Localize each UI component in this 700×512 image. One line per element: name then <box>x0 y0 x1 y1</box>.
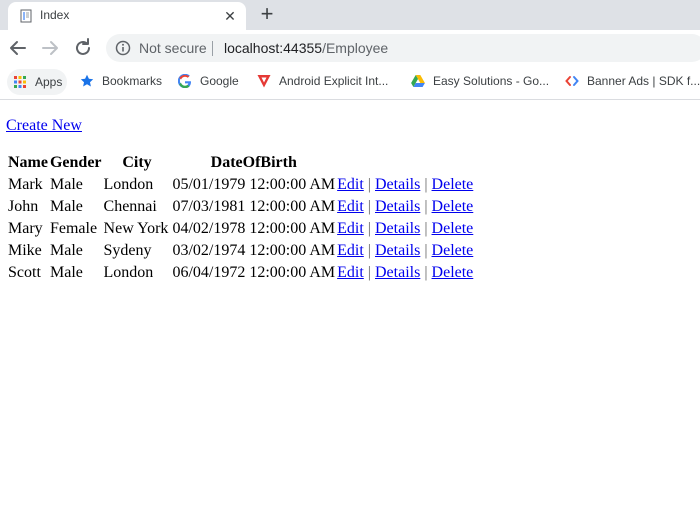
bookmark-label: Apps <box>35 75 63 89</box>
cell-name: Scott <box>8 264 41 281</box>
admob-icon <box>565 76 579 86</box>
details-link[interactable]: Details <box>375 198 420 215</box>
android-v-icon <box>257 75 271 88</box>
bookmark-label: Easy Solutions - Go... <box>433 74 550 88</box>
cell-gender: Male <box>49 176 83 193</box>
cell-name: Mark <box>8 176 43 193</box>
toolbar: Not secure localhost:44355/Employee <box>0 30 700 66</box>
cell-gender: Male <box>49 198 83 215</box>
details-link[interactable]: Details <box>375 176 420 193</box>
page-icon <box>20 9 32 23</box>
table-body: Mark Male London 05/01/1979 12:00:00 AM … <box>8 175 473 283</box>
cell-gender: Female <box>49 220 98 237</box>
tab-title: Index <box>40 8 70 22</box>
table-header-row: Name Gender City DateOfBirth <box>8 153 473 173</box>
star-icon <box>80 74 94 87</box>
edit-link[interactable]: Edit <box>337 220 364 237</box>
edit-link[interactable]: Edit <box>337 176 364 193</box>
cell-city: Chennai <box>103 198 157 215</box>
action-separator: | <box>367 242 371 259</box>
arrow-right-icon <box>42 41 58 55</box>
column-header-actions <box>337 153 473 173</box>
action-separator: | <box>367 176 371 193</box>
cell-city: London <box>103 176 154 193</box>
page-content: Create New Name Gender City DateOfBirth … <box>0 100 700 512</box>
cell-dob: 06/04/1972 12:00:00 AM <box>172 264 336 281</box>
apps-grid-icon <box>14 76 26 88</box>
tab-index[interactable]: Index ✕ <box>8 2 246 30</box>
bookmark-label: Bookmarks <box>102 74 163 88</box>
action-separator: | <box>367 264 371 281</box>
table-row: Mark Male London 05/01/1979 12:00:00 AM … <box>8 175 473 195</box>
create-new-link[interactable]: Create New <box>6 117 82 135</box>
edit-link[interactable]: Edit <box>337 264 364 281</box>
cell-city: New York <box>103 220 169 237</box>
table-row: Scott Male London 06/04/1972 12:00:00 AM… <box>8 263 473 283</box>
table-row: Mary Female New York 04/02/1978 12:00:00… <box>8 219 473 239</box>
edit-link[interactable]: Edit <box>337 198 364 215</box>
cell-city: Sydeny <box>103 242 152 259</box>
forward-button[interactable] <box>38 36 62 60</box>
url-host: localhost:44355 <box>224 40 323 56</box>
reload-button[interactable] <box>71 36 95 60</box>
action-separator: | <box>367 220 371 237</box>
url-path: /Employee <box>322 40 389 56</box>
cell-name: Mary <box>8 220 43 237</box>
reload-icon <box>76 38 90 55</box>
url-text[interactable]: localhost:44355/Employee <box>224 40 388 56</box>
cell-dob: 03/02/1974 12:00:00 AM <box>172 242 336 259</box>
column-header-name: Name <box>8 154 48 171</box>
cell-gender: Male <box>49 264 83 281</box>
google-g-icon <box>178 74 191 88</box>
delete-link[interactable]: Delete <box>432 242 474 259</box>
back-button[interactable] <box>6 36 30 60</box>
bookmark-label: Android Explicit Int... <box>279 74 389 88</box>
delete-link[interactable]: Delete <box>432 198 474 215</box>
cell-actions: Edit | Details | Delete <box>337 263 473 283</box>
cell-actions: Edit | Details | Delete <box>337 197 473 217</box>
new-tab-button[interactable]: + <box>256 3 278 26</box>
delete-link[interactable]: Delete <box>432 176 474 193</box>
cell-gender: Male <box>49 242 83 259</box>
details-link[interactable]: Details <box>375 242 420 259</box>
edit-link[interactable]: Edit <box>337 242 364 259</box>
action-separator: | <box>424 242 428 259</box>
cell-name: John <box>8 198 39 215</box>
cell-name: Mike <box>8 242 42 259</box>
bookmark-label: Google <box>200 74 239 88</box>
bookmark-label: Banner Ads | SDK f... <box>587 74 700 88</box>
bookmark-apps[interactable]: Apps <box>7 69 67 95</box>
cell-actions: Edit | Details | Delete <box>337 219 473 239</box>
details-link[interactable]: Details <box>375 220 420 237</box>
employee-table: Name Gender City DateOfBirth Mark Male L… <box>6 151 475 285</box>
action-separator: | <box>424 176 428 193</box>
cell-city: London <box>103 264 154 281</box>
cell-dob: 05/01/1979 12:00:00 AM <box>172 176 336 193</box>
delete-link[interactable]: Delete <box>432 264 474 281</box>
action-separator: | <box>424 264 428 281</box>
omnibox-divider <box>212 41 213 56</box>
table-row: John Male Chennai 07/03/1981 12:00:00 AM… <box>8 197 473 217</box>
tab-strip: Index ✕ + <box>0 0 700 30</box>
bookmarks-bar: Apps Bookmarks Google Android Explicit I… <box>0 66 700 100</box>
column-header-gender: Gender <box>49 154 102 171</box>
cell-dob: 04/02/1978 12:00:00 AM <box>172 220 336 237</box>
column-header-dob: DateOfBirth <box>210 154 297 171</box>
table-row: Mike Male Sydeny 03/02/1974 12:00:00 AM … <box>8 241 473 261</box>
action-separator: | <box>367 198 371 215</box>
arrow-left-icon <box>10 41 26 55</box>
info-icon[interactable] <box>115 40 131 56</box>
cell-actions: Edit | Details | Delete <box>337 241 473 261</box>
details-link[interactable]: Details <box>375 264 420 281</box>
close-icon[interactable]: ✕ <box>222 8 238 24</box>
google-drive-icon <box>411 75 425 87</box>
security-label[interactable]: Not secure <box>139 40 207 56</box>
delete-link[interactable]: Delete <box>432 220 474 237</box>
column-header-city: City <box>122 154 152 171</box>
action-separator: | <box>424 198 428 215</box>
cell-actions: Edit | Details | Delete <box>337 175 473 195</box>
action-separator: | <box>424 220 428 237</box>
cell-dob: 07/03/1981 12:00:00 AM <box>172 198 336 215</box>
address-bar[interactable]: Not secure localhost:44355/Employee <box>106 34 700 62</box>
